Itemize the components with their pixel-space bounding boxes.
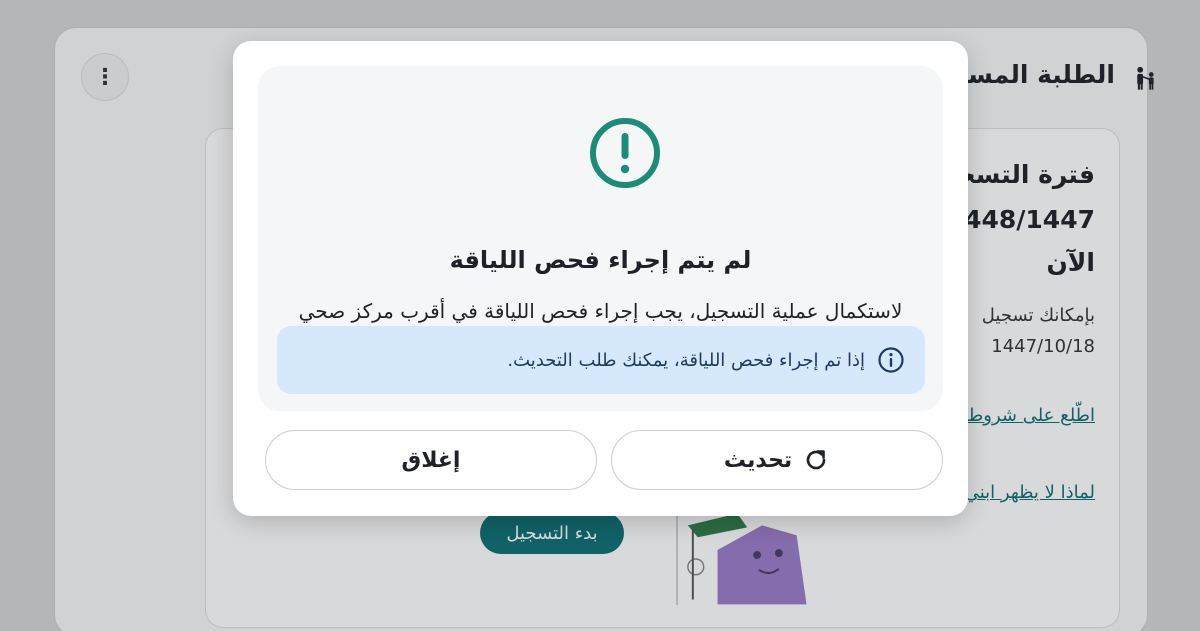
info-icon bbox=[878, 347, 904, 373]
info-text: إذا تم إجراء فحص اللياقة، يمكنك طلب التح… bbox=[507, 349, 865, 371]
fitness-check-dialog: لم يتم إجراء فحص اللياقة لاستكمال عملية … bbox=[233, 41, 968, 516]
dialog-description: لاستكمال عملية التسجيل، يجب إجراء فحص ال… bbox=[298, 299, 903, 323]
alert-circle-icon bbox=[590, 118, 660, 188]
refresh-button-label: تحديث bbox=[723, 447, 793, 473]
info-box: إذا تم إجراء فحص اللياقة، يمكنك طلب التح… bbox=[277, 326, 925, 394]
close-button[interactable]: إغلاق bbox=[265, 430, 597, 490]
dialog-title: لم يتم إجراء فحص اللياقة bbox=[449, 246, 752, 274]
refresh-icon bbox=[806, 450, 826, 470]
close-button-label: إغلاق bbox=[401, 447, 461, 473]
refresh-button[interactable]: تحديث bbox=[611, 430, 943, 490]
